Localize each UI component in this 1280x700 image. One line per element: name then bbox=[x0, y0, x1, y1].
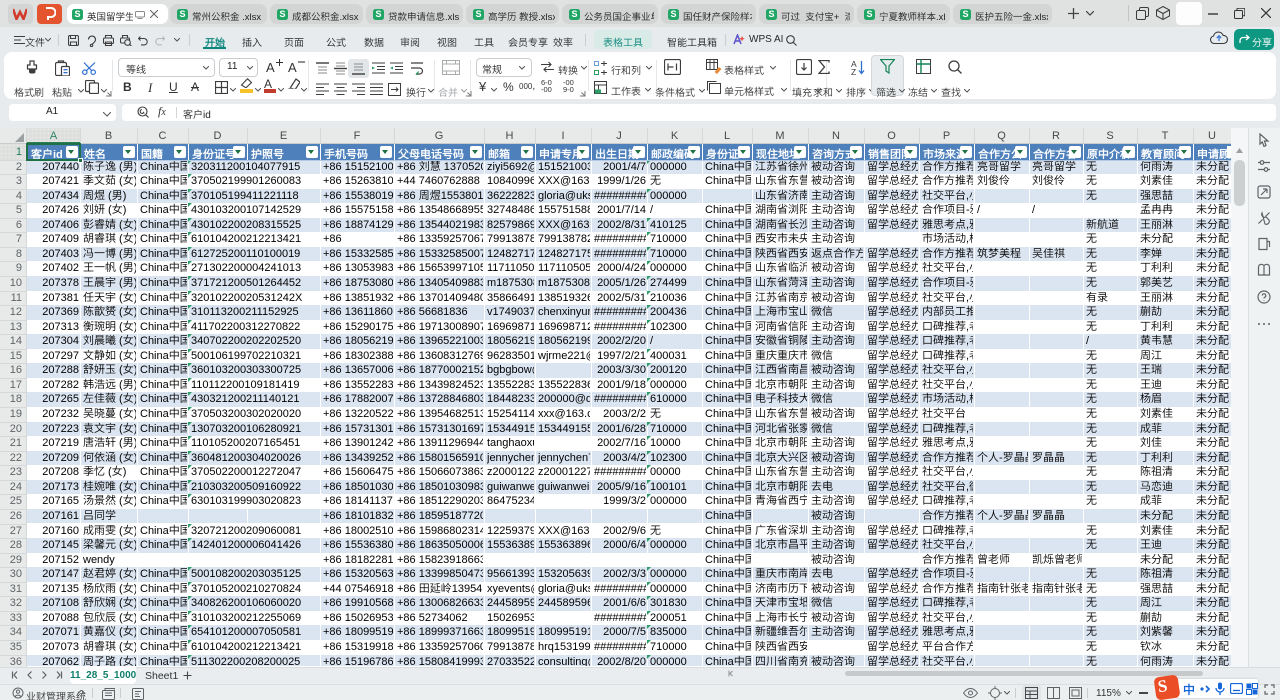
svg-text:9-0: 9-0 bbox=[563, 85, 574, 92]
svg-text:Z: Z bbox=[851, 67, 856, 75]
svg-text:-00: -00 bbox=[541, 85, 552, 92]
